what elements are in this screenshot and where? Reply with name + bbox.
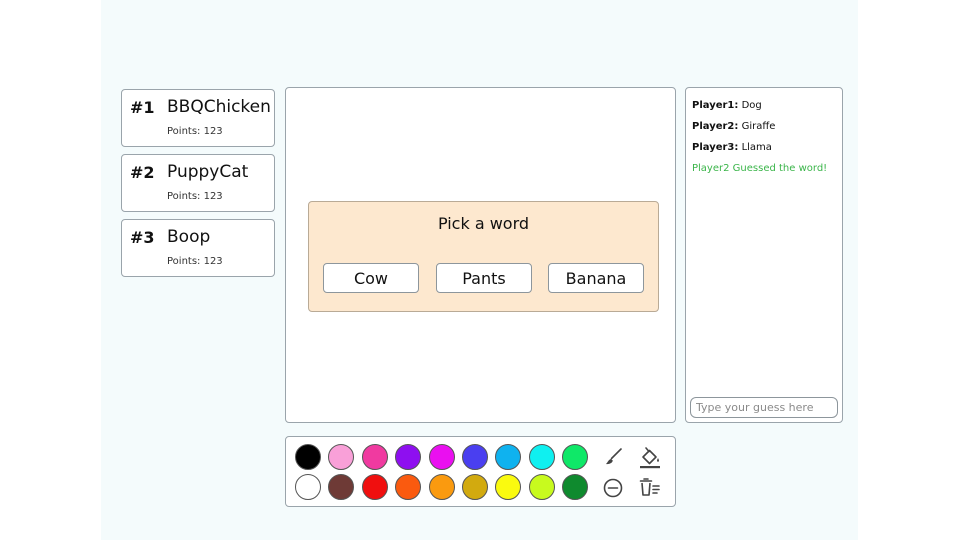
brush-icon[interactable] xyxy=(601,444,627,470)
player-card-3: #3 Boop Points: 123 xyxy=(121,219,275,277)
player-points: Points: 123 xyxy=(167,126,223,137)
color-swatch[interactable] xyxy=(428,474,455,500)
player-name: PuppyCat xyxy=(167,162,249,182)
chat-player: Player1: xyxy=(692,100,739,111)
word-option-button[interactable]: Cow xyxy=(323,263,419,293)
chat-text: Dog xyxy=(738,100,762,111)
word-option-button[interactable]: Pants xyxy=(436,263,532,293)
color-swatch[interactable] xyxy=(395,444,422,470)
player-points: Points: 123 xyxy=(167,191,223,202)
player-rank: #1 xyxy=(130,98,155,117)
chat-player: Player2: xyxy=(692,121,739,132)
chat-message: Player2: Giraffe xyxy=(692,121,775,132)
color-swatch[interactable] xyxy=(562,444,589,470)
color-swatch[interactable] xyxy=(528,474,555,500)
chat-text: Llama xyxy=(738,142,772,153)
color-swatch[interactable] xyxy=(361,474,388,500)
player-card-1: #1 BBQChicken Points: 123 xyxy=(121,89,275,147)
chat-message: Player3: Llama xyxy=(692,142,772,153)
player-card-2: #2 PuppyCat Points: 123 xyxy=(121,154,275,212)
color-swatch[interactable] xyxy=(395,474,422,500)
eraser-icon[interactable] xyxy=(601,475,627,501)
chat-player: Player3: xyxy=(692,142,739,153)
color-swatch[interactable] xyxy=(361,444,388,470)
player-rank: #3 xyxy=(130,228,155,247)
color-swatch[interactable] xyxy=(295,474,321,500)
color-swatch[interactable] xyxy=(462,444,488,470)
player-rank: #2 xyxy=(130,163,155,182)
player-name: Boop xyxy=(167,227,211,247)
color-swatch[interactable] xyxy=(462,474,488,500)
color-swatch[interactable] xyxy=(295,444,321,470)
chat-panel: Player1: Dog Player2: Giraffe Player3: L… xyxy=(685,87,843,423)
word-picker-title: Pick a word xyxy=(437,214,530,233)
color-swatch[interactable] xyxy=(562,474,589,500)
color-swatch[interactable] xyxy=(528,444,555,470)
player-name: BBQChicken xyxy=(167,97,271,117)
guess-input[interactable] xyxy=(690,397,838,418)
word-picker: Pick a word Cow Pants Banana xyxy=(308,201,659,312)
fill-bucket-icon[interactable] xyxy=(637,444,663,470)
word-option-button[interactable]: Banana xyxy=(548,263,644,293)
player-points: Points: 123 xyxy=(167,256,223,267)
chat-text: Giraffe xyxy=(738,121,776,132)
trash-icon[interactable] xyxy=(637,475,663,501)
color-swatch[interactable] xyxy=(428,444,455,470)
chat-message: Player1: Dog xyxy=(692,100,762,111)
chat-system-message: Player2 Guessed the word! xyxy=(692,163,828,174)
